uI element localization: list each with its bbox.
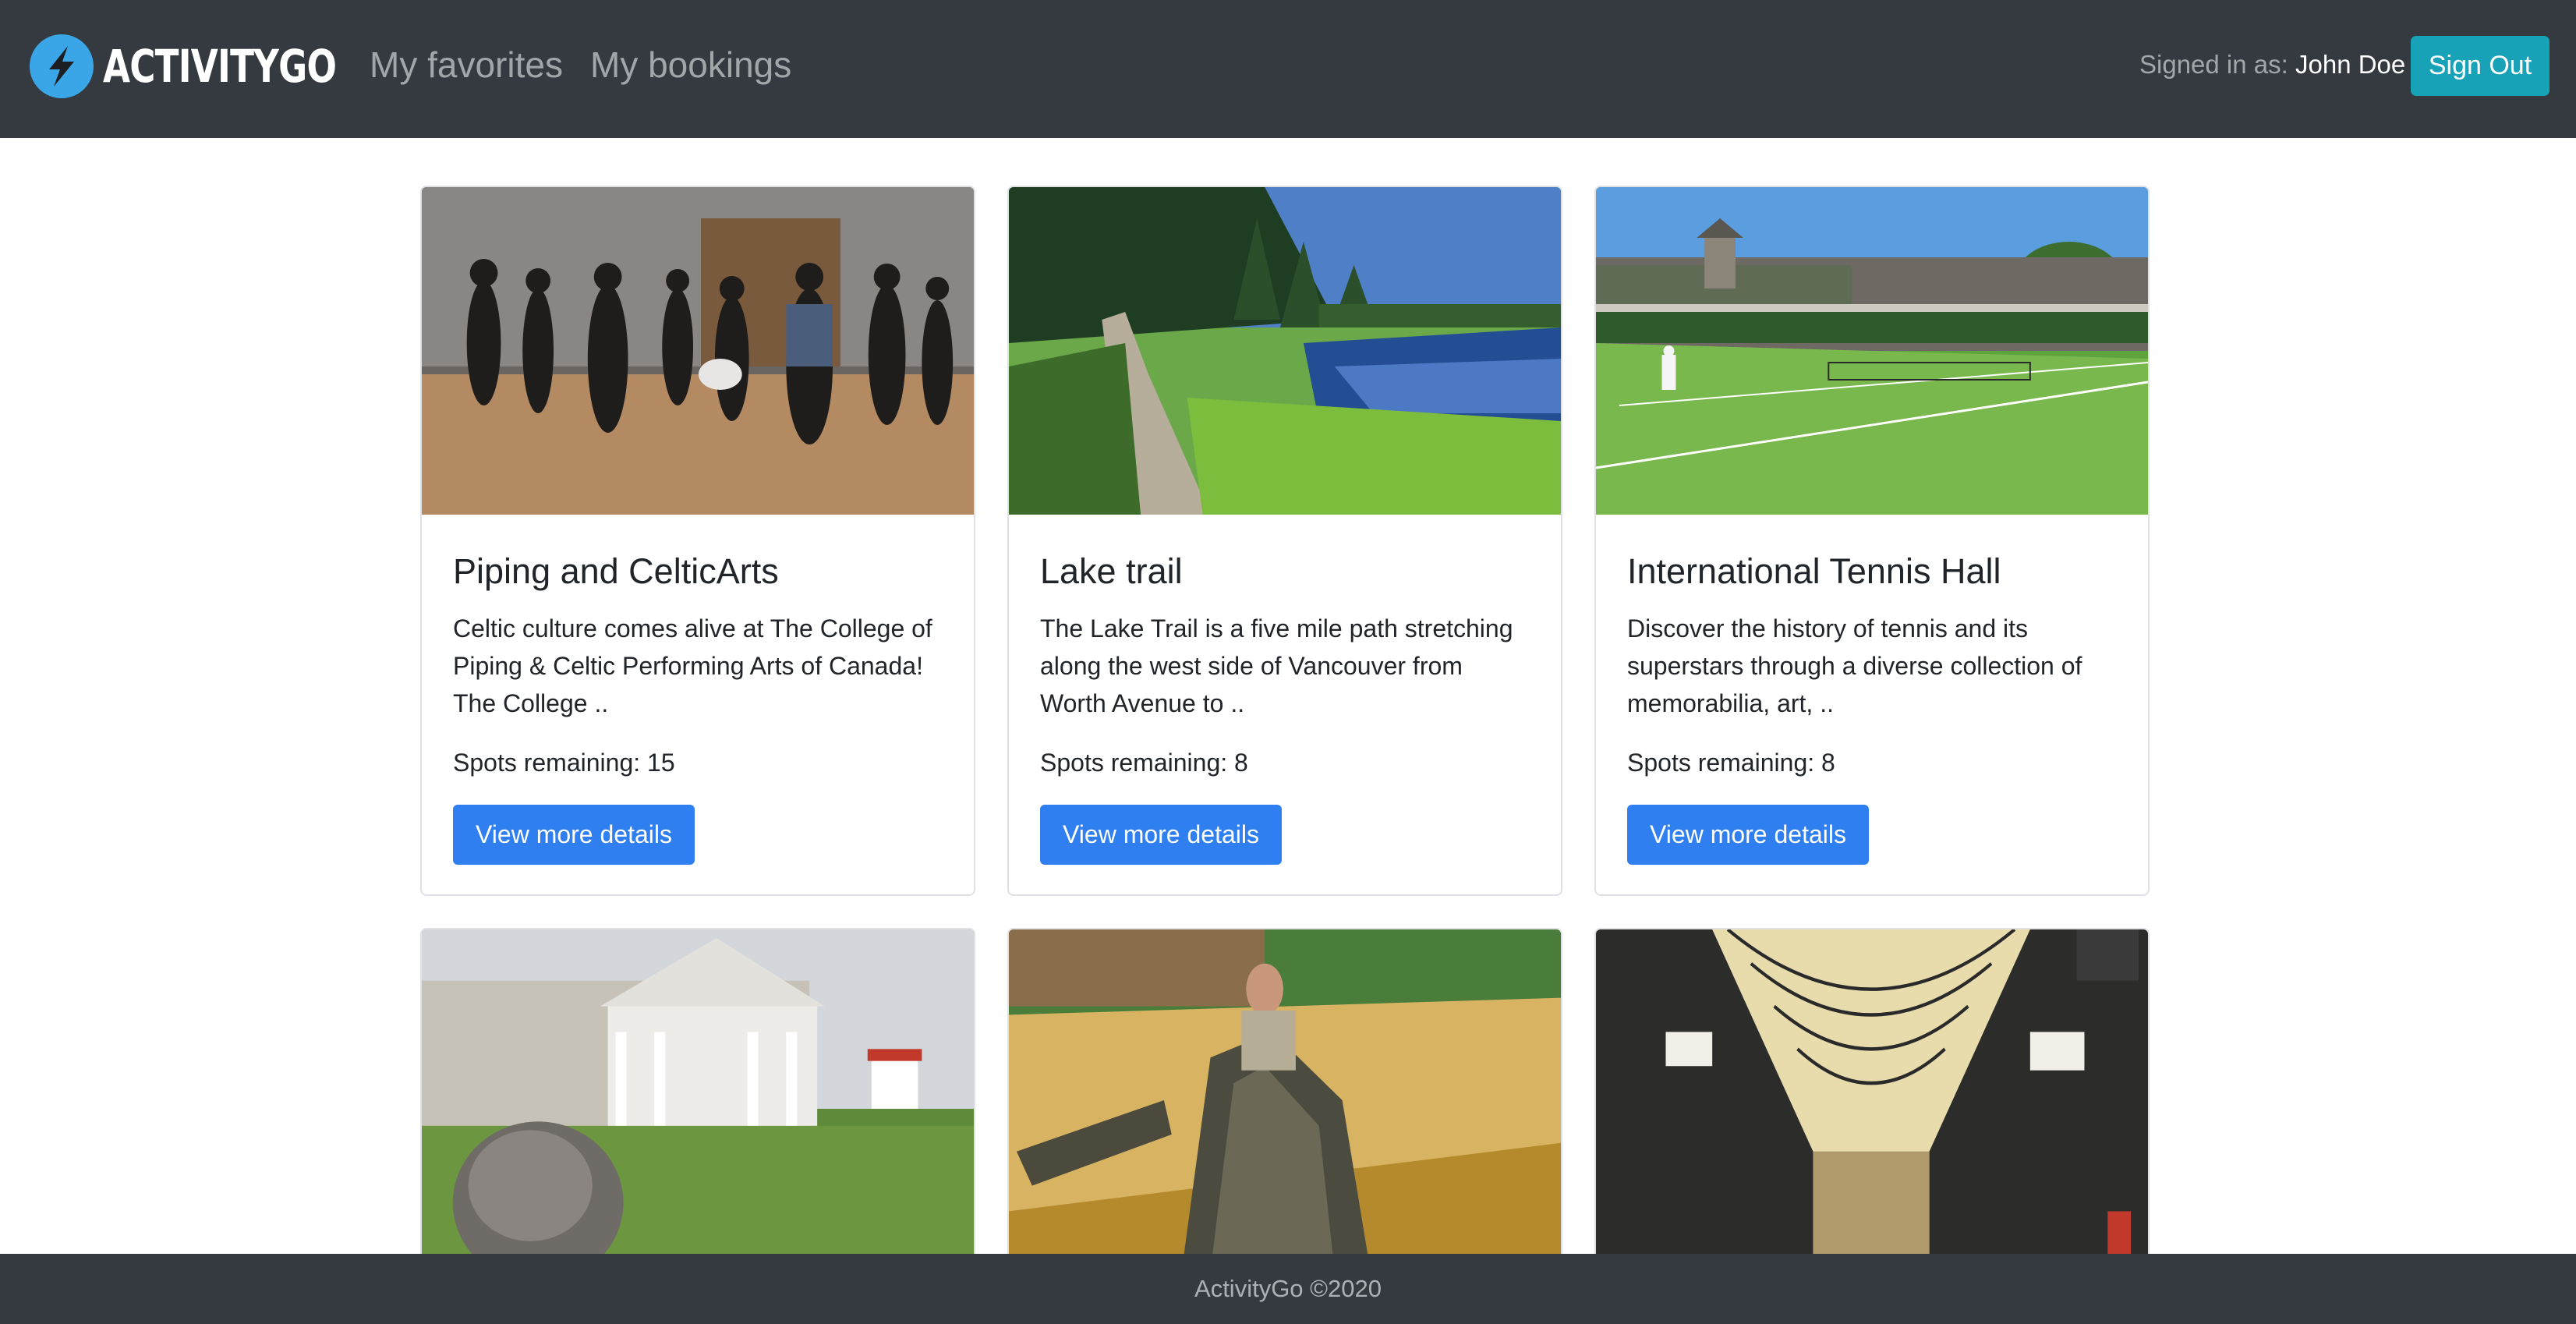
activity-card <box>1594 928 2150 1287</box>
activity-card: International Tennis Hall Discover the h… <box>1594 186 2150 896</box>
spots-remaining: Spots remaining: 8 <box>1040 749 1248 777</box>
activity-image <box>1009 187 1561 515</box>
card-description: Celtic culture comes alive at The Colleg… <box>453 614 932 717</box>
card-description: The Lake Trail is a five mile path stret… <box>1040 614 1513 717</box>
spots-remaining: Spots remaining: 15 <box>453 749 675 777</box>
card-title: Piping and CelticArts <box>453 551 779 591</box>
navbar: ACTIVITYGO My favorites My bookings Sign… <box>0 0 2576 138</box>
brand[interactable]: ACTIVITYGO <box>30 34 402 98</box>
user-name: John Doe <box>2295 50 2406 79</box>
activity-image <box>1596 929 2148 1285</box>
spots-remaining: Spots remaining: 8 <box>1627 749 1835 777</box>
view-details-button[interactable]: View more details <box>453 805 695 865</box>
activity-image <box>422 187 974 515</box>
activity-image <box>1009 929 1561 1285</box>
activity-card: Lake trail The Lake Trail is a five mile… <box>1007 186 1562 896</box>
brand-name: ACTIVITYGO <box>103 40 337 93</box>
activity-image <box>422 929 974 1285</box>
signed-in-label: Signed in as: <box>2139 50 2288 79</box>
card-description: Discover the history of tennis and its s… <box>1627 614 2082 717</box>
lightning-bolt-icon <box>30 34 94 98</box>
sign-out-button[interactable]: Sign Out <box>2411 36 2549 96</box>
activity-card <box>420 928 975 1287</box>
footer: ActivityGo ©2020 <box>0 1254 2576 1324</box>
activity-image <box>1596 187 2148 515</box>
nav-my-favorites[interactable]: My favorites <box>370 44 563 86</box>
activity-card: Piping and CelticArts Celtic culture com… <box>420 186 975 896</box>
nav-my-bookings[interactable]: My bookings <box>590 44 791 86</box>
signed-in-status: Signed in as: John Doe <box>2139 50 2405 80</box>
view-details-button[interactable]: View more details <box>1627 805 1869 865</box>
card-title: International Tennis Hall <box>1627 551 2001 591</box>
activity-card <box>1007 928 1562 1287</box>
view-details-button[interactable]: View more details <box>1040 805 1282 865</box>
card-title: Lake trail <box>1040 551 1183 591</box>
